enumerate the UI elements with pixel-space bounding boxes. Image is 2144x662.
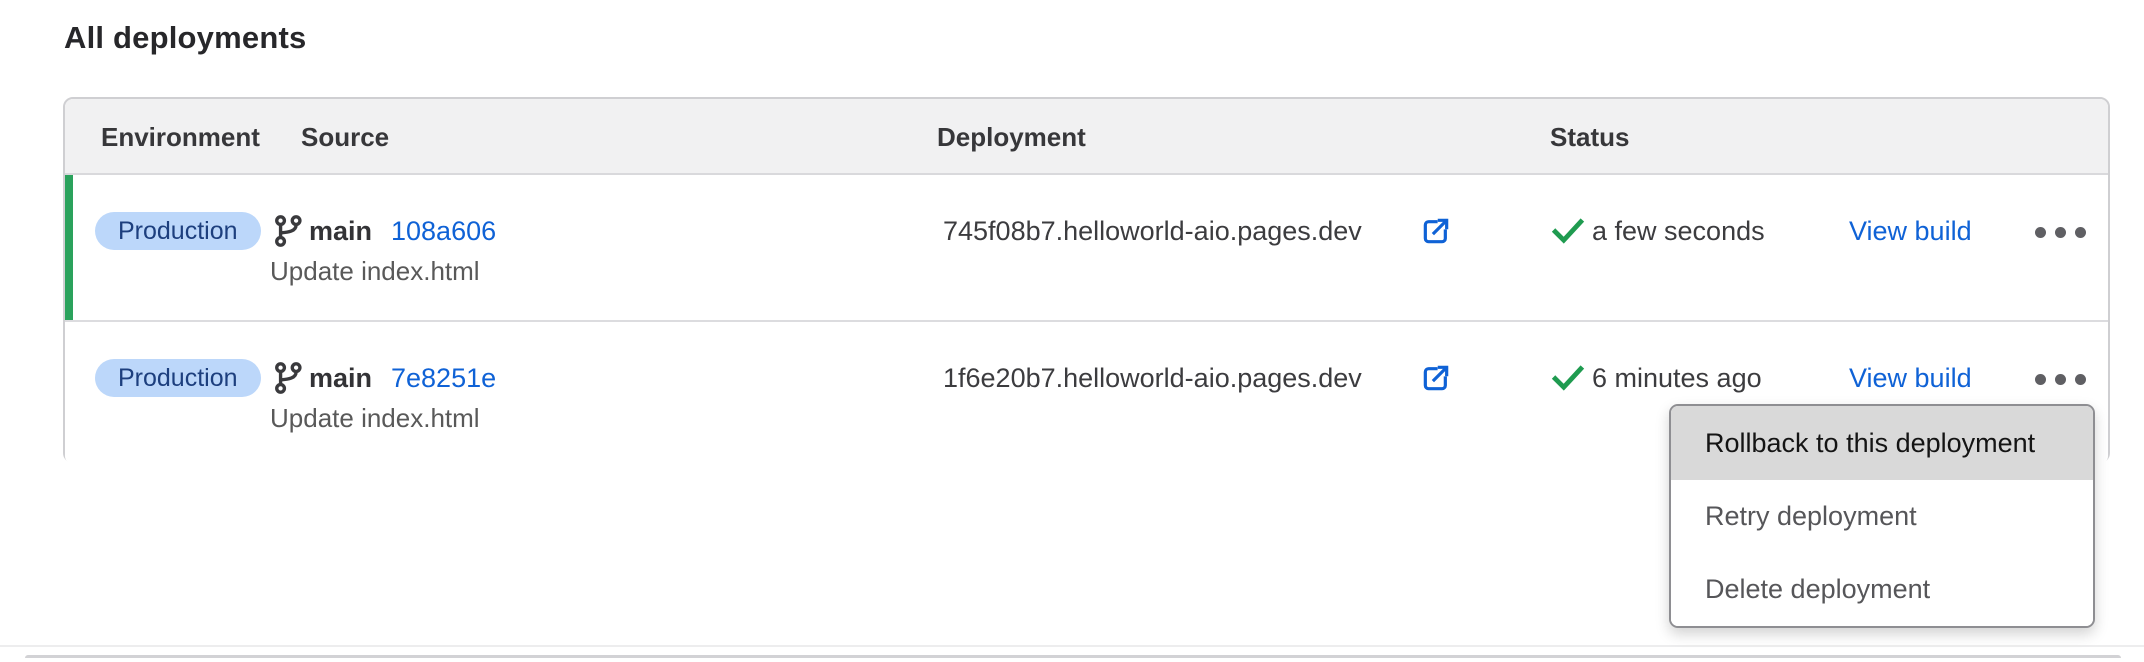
page-title: All deployments [64,20,306,56]
table-header-row: Environment Source Deployment Status [65,99,2108,175]
column-header-environment: Environment [101,99,260,175]
branch-name: main [309,211,372,251]
git-branch-icon [270,360,306,396]
column-header-source: Source [301,99,389,175]
git-branch-icon [270,213,306,249]
current-deployment-indicator [65,175,73,320]
commit-message: Update index.html [270,255,480,287]
environment-badge: Production [95,212,261,250]
commit-link[interactable]: 7e8251e [391,358,496,398]
table-row: Production main 108a606 Update index.htm… [65,175,2108,320]
commit-link[interactable]: 108a606 [391,211,496,251]
deployments-page: All deployments Environment Source Deplo… [0,0,2144,662]
deployment-url: 745f08b7.helloworld-aio.pages.dev [943,211,1362,251]
branch-name: main [309,358,372,398]
column-header-deployment: Deployment [937,99,1086,175]
status-time: a few seconds [1592,211,1765,251]
view-build-link[interactable]: View build [1849,211,1972,251]
commit-message: Update index.html [270,402,480,434]
check-icon [1551,362,1585,394]
row-menu-ellipsis-icon[interactable] [2022,362,2098,396]
row-menu-ellipsis-icon[interactable] [2022,215,2098,249]
menu-item-delete[interactable]: Delete deployment [1671,553,2093,626]
deployment-url: 1f6e20b7.helloworld-aio.pages.dev [943,358,1362,398]
menu-item-rollback[interactable]: Rollback to this deployment [1671,406,2093,480]
external-link-icon[interactable] [1420,215,1452,247]
deployment-context-menu: Rollback to this deployment Retry deploy… [1669,404,2095,628]
check-icon [1551,215,1585,247]
environment-badge: Production [95,359,261,397]
menu-item-retry[interactable]: Retry deployment [1671,480,2093,553]
view-build-link[interactable]: View build [1849,358,1972,398]
section-divider [0,645,2144,647]
next-section-top-edge [25,655,2121,658]
column-header-status: Status [1550,99,1629,175]
external-link-icon[interactable] [1420,362,1452,394]
status-time: 6 minutes ago [1592,358,1762,398]
